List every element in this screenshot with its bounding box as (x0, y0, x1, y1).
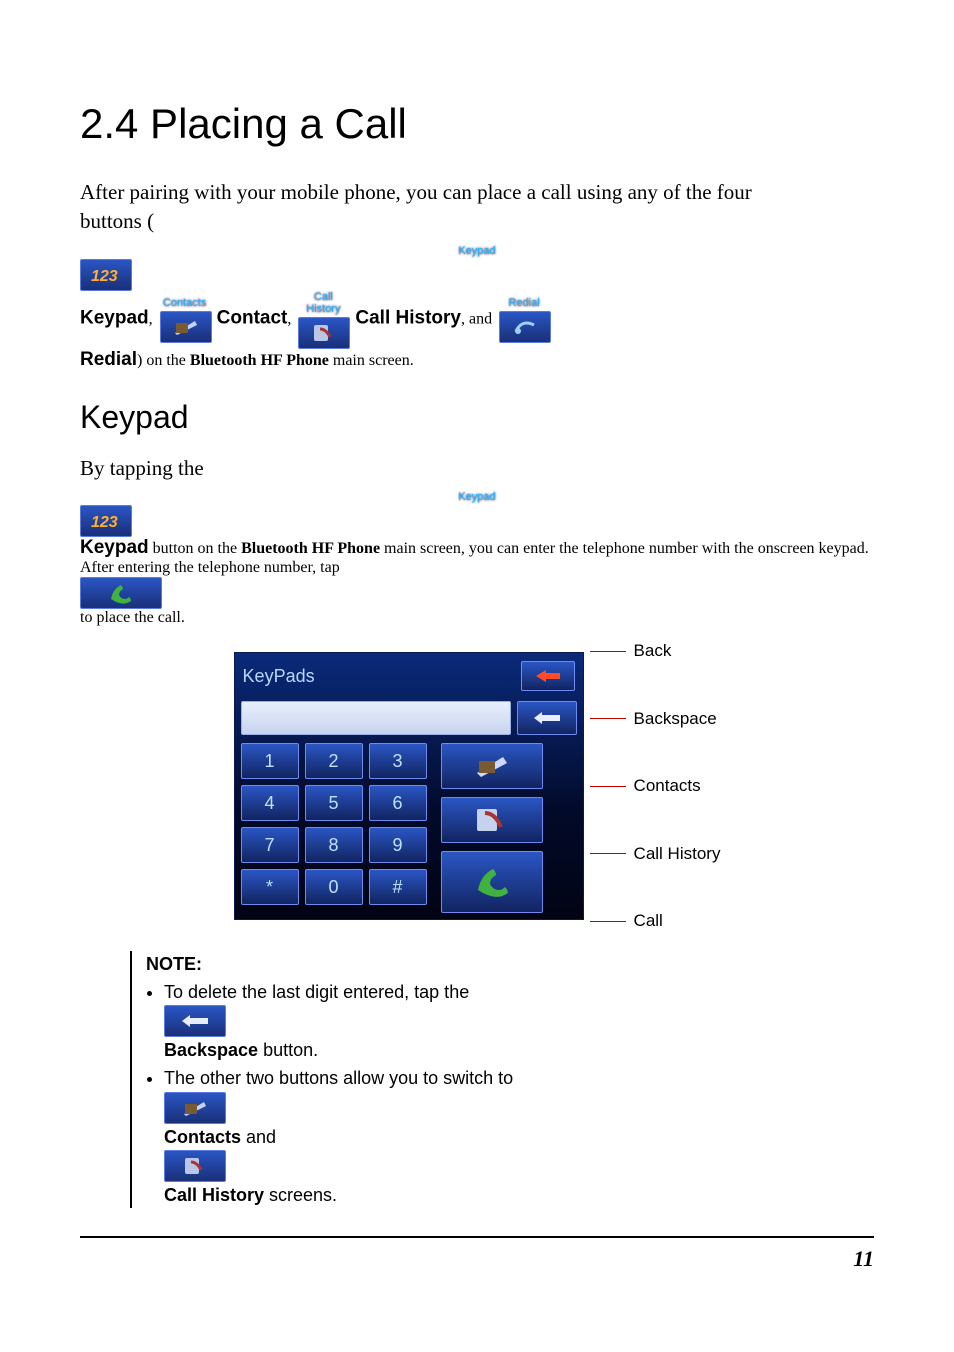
note-block: NOTE: To delete the last digit entered, … (130, 951, 874, 1208)
intro-line3a: ) on the (137, 352, 190, 369)
intro-line3b: main screen. (329, 352, 414, 369)
callout-contacts: Contacts (634, 776, 701, 796)
note-title: NOTE: (146, 951, 874, 977)
key-1[interactable]: 1 (241, 743, 299, 779)
chip-callhistory: Call History (298, 291, 348, 349)
callhistory-icon (475, 807, 509, 833)
contacts-button[interactable] (441, 743, 543, 789)
intro-sep1: , (149, 310, 157, 327)
intro-btn-redial: Redial (80, 349, 137, 370)
contacts-icon (475, 753, 509, 779)
redial-icon (499, 311, 551, 343)
note2e: screens. (264, 1185, 337, 1205)
note1c: button. (258, 1040, 318, 1060)
numeric-keypad: 1 2 3 4 5 6 7 8 9 * 0 # (241, 743, 427, 913)
intro-sep3: , and (461, 310, 496, 327)
back-arrow-icon (534, 668, 562, 684)
keypads-screenshot: KeyPads 1 2 3 4 5 6 7 (80, 641, 874, 931)
callout-backspace: Backspace (634, 709, 717, 729)
note2d: Call History (164, 1185, 264, 1205)
chip-contacts: Contacts (160, 297, 210, 343)
call-icon-inline (80, 577, 162, 609)
key-4[interactable]: 4 (241, 785, 299, 821)
backspace-icon-inline (164, 1005, 226, 1037)
key-0[interactable]: 0 (305, 869, 363, 905)
chip-keypad-label: Keypad (80, 245, 874, 257)
kp-p1f: to place the call. (80, 609, 185, 626)
note2b: Contacts (164, 1127, 241, 1147)
key-6[interactable]: 6 (369, 785, 427, 821)
key-star[interactable]: * (241, 869, 299, 905)
kp-p1c: button on the (149, 540, 241, 557)
intro-line1: After pairing with your mobile phone, yo… (80, 180, 752, 204)
chip-keypad-2-label: Keypad (80, 491, 874, 503)
intro-sep2: , (287, 310, 295, 327)
back-button[interactable] (521, 661, 575, 691)
svg-text:123: 123 (91, 514, 118, 530)
contacts-icon (160, 311, 212, 343)
callhistory-icon (298, 317, 350, 349)
key-9[interactable]: 9 (369, 827, 427, 863)
keypad-icon: 123 (80, 259, 132, 291)
keypad-paragraph: By tapping the (80, 454, 874, 483)
intro-btn-contact: Contact (217, 307, 288, 328)
kp-p1d-app: Bluetooth HF Phone (241, 540, 380, 557)
keypad-icon: 123 (80, 505, 132, 537)
note1a: To delete the last digit entered, tap th… (164, 982, 469, 1002)
contacts-icon-inline (164, 1092, 226, 1124)
kp-p1b-btn: Keypad (80, 537, 149, 558)
intro-app-name: Bluetooth HF Phone (190, 352, 329, 369)
callout-labels: Back Backspace Contacts Call History Cal… (590, 641, 721, 931)
intro-buttons-open: buttons ( (80, 209, 154, 233)
screen-title: KeyPads (243, 666, 315, 687)
section-heading: 2.4 Placing a Call (80, 100, 874, 148)
intro-paragraph: After pairing with your mobile phone, yo… (80, 178, 874, 237)
key-2[interactable]: 2 (305, 743, 363, 779)
note2c: and (241, 1127, 276, 1147)
intro-btn-callhistory: Call History (355, 307, 461, 328)
key-3[interactable]: 3 (369, 743, 427, 779)
backspace-button[interactable] (517, 701, 577, 735)
key-7[interactable]: 7 (241, 827, 299, 863)
chip-redial-label: Redial (499, 297, 549, 309)
chip-callhistory-label: Call History (298, 291, 348, 315)
note1b: Backspace (164, 1040, 258, 1060)
note-item-1: To delete the last digit entered, tap th… (164, 979, 874, 1063)
key-5[interactable]: 5 (305, 785, 363, 821)
note-item-2: The other two buttons allow you to switc… (164, 1065, 874, 1207)
call-history-button[interactable] (441, 797, 543, 843)
page-number: 11 (853, 1246, 874, 1271)
callout-call: Call (634, 911, 663, 931)
intro-btn-keypad: Keypad (80, 307, 149, 328)
call-button[interactable] (441, 851, 543, 913)
callhistory-icon-inline (164, 1150, 226, 1182)
callout-back: Back (634, 641, 672, 661)
call-icon (472, 864, 512, 900)
kp-p1a: By tapping the (80, 456, 204, 480)
key-8[interactable]: 8 (305, 827, 363, 863)
note2a: The other two buttons allow you to switc… (164, 1068, 513, 1088)
subsection-heading-keypad: Keypad (80, 399, 874, 436)
page-footer: 11 (80, 1236, 874, 1272)
chip-contacts-label: Contacts (160, 297, 210, 309)
key-hash[interactable]: # (369, 869, 427, 905)
backspace-arrow-icon (532, 711, 562, 725)
phone-number-input[interactable] (241, 701, 511, 735)
svg-text:123: 123 (91, 268, 118, 284)
callout-callhistory: Call History (634, 844, 721, 864)
chip-redial: Redial (499, 297, 549, 343)
